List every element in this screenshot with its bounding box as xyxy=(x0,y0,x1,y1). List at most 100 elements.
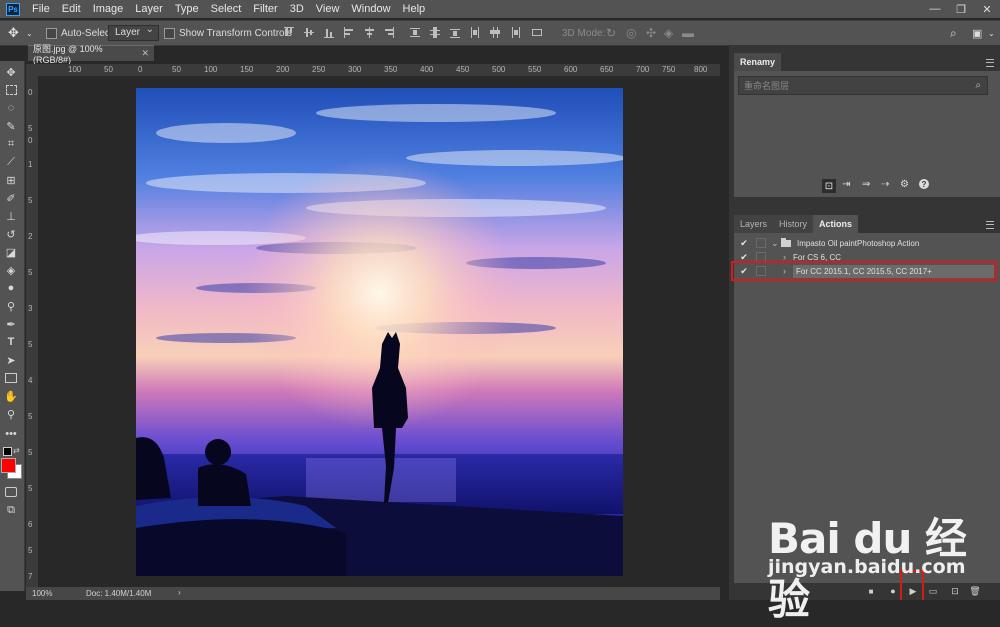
history-brush-tool-icon[interactable]: ↺ xyxy=(3,227,19,241)
crop-tool-icon[interactable]: ⌗ xyxy=(3,137,19,151)
lasso-tool-icon[interactable]: ◌ xyxy=(3,101,19,115)
swap-colors-icon[interactable]: ⇄ xyxy=(13,446,20,455)
zoom-level[interactable]: 100% xyxy=(32,589,52,598)
menu-select[interactable]: Select xyxy=(205,3,248,15)
paint-bucket-tool-icon[interactable]: ◈ xyxy=(3,263,19,277)
renamy-rename-icon[interactable]: ⊡ xyxy=(822,179,836,193)
marquee-tool-icon[interactable] xyxy=(3,83,19,97)
renamy-settings-icon[interactable]: ⚙ xyxy=(900,179,909,190)
clone-stamp-tool-icon[interactable]: ⊥ xyxy=(3,209,19,223)
menu-file[interactable]: File xyxy=(26,3,56,15)
horizontal-ruler[interactable]: 100 50 0 50 100 150 200 250 300 350 400 … xyxy=(38,64,720,77)
menu-3d[interactable]: 3D xyxy=(284,3,310,15)
align-bottom-icon[interactable] xyxy=(324,27,334,39)
eyedropper-tool-icon[interactable]: ⟋ xyxy=(3,155,19,169)
auto-select-dropdown[interactable]: Layer xyxy=(108,23,160,41)
quick-selection-tool-icon[interactable]: ✎ xyxy=(3,119,19,133)
path-selection-tool-icon[interactable]: ➤ xyxy=(3,353,19,367)
align-horizontal-center-icon[interactable] xyxy=(364,27,374,39)
renamy-panel: 重命名图层 ⌕ ⊡ ⇥ ⇒ ⇢ ⚙ ? xyxy=(734,71,1000,197)
workspace-chevron-icon[interactable]: ⌄ xyxy=(988,25,995,41)
3d-mode-label: 3D Mode: xyxy=(562,27,606,39)
menu-view[interactable]: View xyxy=(310,3,346,15)
more-tools-icon[interactable]: ••• xyxy=(3,427,19,441)
align-vertical-center-icon[interactable] xyxy=(304,27,314,39)
move-tool-icon[interactable]: ✥ xyxy=(8,25,19,41)
show-transform-checkbox-box[interactable] xyxy=(164,27,175,39)
hand-tool-icon[interactable]: ✋ xyxy=(3,389,19,403)
quick-mask-icon[interactable] xyxy=(3,485,19,499)
actions-panel-menu-icon[interactable] xyxy=(986,221,994,229)
menu-image[interactable]: Image xyxy=(87,3,130,15)
auto-select-value[interactable]: Layer xyxy=(108,23,160,41)
healing-brush-tool-icon[interactable]: ⊞ xyxy=(3,173,19,187)
pen-tool-icon[interactable]: ✒ xyxy=(3,317,19,331)
action-set-row[interactable]: ✔ ⌄ Impasto Oil paintPhotoshop Action xyxy=(734,236,996,250)
ruler-tick: 750 xyxy=(662,65,676,74)
auto-select-checkbox[interactable]: Auto-Select: xyxy=(46,25,115,41)
document-tab[interactable]: 原图.jpg @ 100% (RGB/8#) ✕ xyxy=(28,44,154,65)
menu-layer[interactable]: Layer xyxy=(129,3,169,15)
search-icon[interactable]: ⌕ xyxy=(950,25,957,41)
toggle-check-icon[interactable]: ✔ xyxy=(738,238,750,249)
menu-type[interactable]: Type xyxy=(169,3,205,15)
ruler-tick: 1 xyxy=(28,160,33,169)
workspace-icon[interactable]: ▣ xyxy=(972,25,982,41)
tab-history[interactable]: History xyxy=(773,215,814,233)
menu-help[interactable]: Help xyxy=(397,3,432,15)
ruler-tick: 7 xyxy=(28,572,33,581)
ruler-tick: 450 xyxy=(456,65,470,74)
search-icon[interactable]: ⌕ xyxy=(975,80,981,91)
default-colors-icon[interactable] xyxy=(3,447,12,456)
tab-renamy[interactable]: Renamy xyxy=(734,53,782,71)
menu-edit[interactable]: Edit xyxy=(56,3,87,15)
distribute-left-icon[interactable] xyxy=(470,27,480,39)
distribute-bottom-icon[interactable] xyxy=(450,27,460,39)
zoom-tool-icon[interactable]: ⚲ xyxy=(3,407,19,421)
distribute-right-icon[interactable] xyxy=(510,27,520,39)
renamy-search-field[interactable]: 重命名图层 ⌕ xyxy=(738,76,988,95)
distribute-vertical-center-icon[interactable] xyxy=(430,27,440,39)
screen-mode-icon[interactable]: ⧉ xyxy=(3,503,19,517)
restore-icon[interactable]: ❐ xyxy=(948,0,974,18)
blur-tool-icon[interactable]: ● xyxy=(3,281,19,295)
brush-tool-icon[interactable]: ✐ xyxy=(3,191,19,205)
move-tool-icon[interactable]: ✥ xyxy=(3,65,19,79)
close-tab-icon[interactable]: ✕ xyxy=(141,48,149,59)
tab-layers[interactable]: Layers xyxy=(734,215,774,233)
renamy-apply-icon[interactable]: ⇥ xyxy=(842,179,850,190)
status-chevron-icon[interactable]: › xyxy=(178,588,181,597)
document-image[interactable] xyxy=(136,88,623,576)
options-bar: ✥ ⌄ Auto-Select: Layer Show Transform Co… xyxy=(0,20,1000,46)
ruler-tick: 100 xyxy=(204,65,218,74)
auto-select-checkbox-box[interactable] xyxy=(46,27,57,39)
dodge-tool-icon[interactable]: ⚲ xyxy=(3,299,19,313)
align-top-icon[interactable] xyxy=(284,27,294,39)
menu-filter[interactable]: Filter xyxy=(247,3,283,15)
auto-align-layers-icon[interactable] xyxy=(532,27,542,39)
minimize-icon[interactable]: — xyxy=(922,0,948,18)
tab-actions[interactable]: Actions xyxy=(813,215,859,233)
renamy-panel-menu-icon[interactable] xyxy=(986,59,994,67)
show-transform-checkbox[interactable]: Show Transform Controls xyxy=(164,25,292,41)
align-right-icon[interactable] xyxy=(384,27,394,39)
dialog-toggle-icon[interactable] xyxy=(756,238,766,248)
tool-preset-chevron-icon[interactable]: ⌄ xyxy=(26,25,33,41)
ruler-origin[interactable] xyxy=(26,64,38,76)
align-left-icon[interactable] xyxy=(344,27,354,39)
ruler-tick: 550 xyxy=(528,65,542,74)
type-tool-icon[interactable]: T xyxy=(3,335,19,349)
eraser-tool-icon[interactable]: ◪ xyxy=(3,245,19,259)
chevron-down-icon[interactable]: ⌄ xyxy=(771,238,781,249)
close-icon[interactable]: ✕ xyxy=(974,0,1000,18)
renamy-next-icon[interactable]: ⇒ xyxy=(862,179,870,190)
ruler-tick: 5 xyxy=(28,196,33,205)
rectangle-tool-icon[interactable] xyxy=(3,371,19,385)
renamy-select-icon[interactable]: ⇢ xyxy=(881,179,889,190)
distribute-horizontal-center-icon[interactable] xyxy=(490,27,500,39)
menu-window[interactable]: Window xyxy=(345,3,396,15)
ruler-tick: 250 xyxy=(312,65,326,74)
distribute-top-icon[interactable] xyxy=(410,27,420,39)
renamy-help-icon[interactable]: ? xyxy=(919,179,929,189)
foreground-color-swatch[interactable] xyxy=(1,458,16,473)
